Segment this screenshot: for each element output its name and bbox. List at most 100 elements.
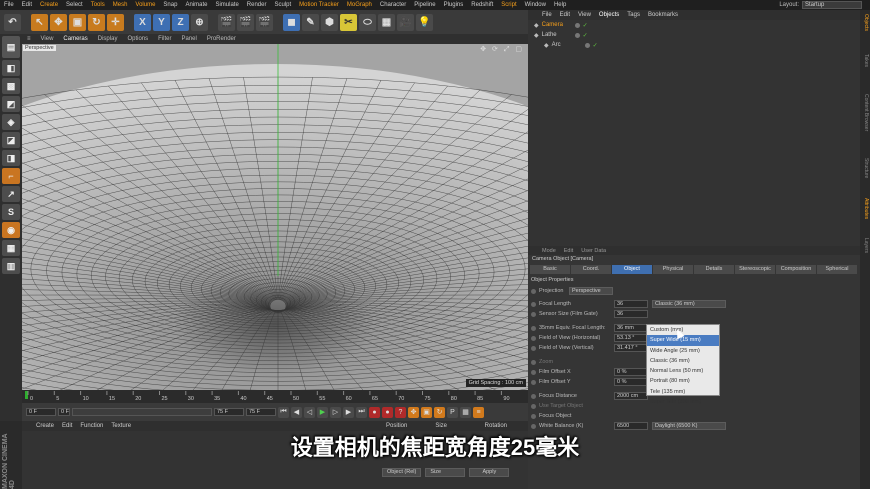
dropdown-option[interactable]: Classic (36 mm)	[647, 356, 719, 366]
object-menu-bookmarks[interactable]: Bookmarks	[644, 12, 682, 18]
right-tab-structure[interactable]: Structure	[861, 158, 869, 194]
object-row[interactable]: ◆ Lathe ✓	[528, 30, 860, 40]
object-name[interactable]: Camera	[542, 22, 572, 28]
material-menu-create[interactable]: Create	[32, 423, 58, 429]
edges-mode-icon[interactable]: ◪	[2, 132, 20, 148]
polygons-mode-icon[interactable]: ◨	[2, 150, 20, 166]
menu-item-render[interactable]: Render	[243, 0, 271, 10]
attributes-menu-edit[interactable]: Edit	[560, 248, 577, 254]
undo-icon[interactable]: ↶	[4, 13, 21, 31]
next-key-icon[interactable]: ▶	[343, 406, 354, 418]
model-mode-icon[interactable]: ◧	[2, 60, 20, 76]
menu-item-motion-tracker[interactable]: Motion Tracker	[295, 0, 343, 10]
material-menu-texture[interactable]: Texture	[107, 423, 135, 429]
snap-icon[interactable]: S	[2, 204, 20, 220]
light-icon[interactable]: 💡	[416, 13, 433, 31]
end-frame-field[interactable]: 75 F	[214, 408, 244, 416]
radio-dot[interactable]	[531, 288, 536, 294]
render-view-icon[interactable]: 🎬	[218, 13, 235, 31]
object-name[interactable]: Arc	[552, 42, 582, 48]
tab-stereoscopic[interactable]: Stereoscopic	[735, 265, 776, 274]
menu-item-pipeline[interactable]: Pipeline	[410, 0, 439, 10]
viewport-menu-prorender[interactable]: ProRender	[202, 36, 241, 42]
viewport-nav-icons[interactable]: ✥ ⟳ ⤢ ▢	[480, 45, 524, 54]
viewport-menu-display[interactable]: Display	[93, 36, 123, 42]
menu-item-script[interactable]: Script	[497, 0, 520, 10]
attributes-menu-mode[interactable]: Mode	[538, 248, 560, 254]
y-axis-icon[interactable]: Y	[153, 13, 170, 31]
prev-key-icon[interactable]: ◀	[291, 406, 302, 418]
lock-workplane-icon[interactable]: ▥	[2, 258, 20, 274]
keyframe-selection-icon[interactable]: ?	[395, 406, 406, 418]
make-editable-icon[interactable]: ▤	[2, 36, 20, 58]
goto-end-icon[interactable]: ⏭	[356, 406, 367, 418]
radio-dot[interactable]	[531, 369, 536, 375]
menu-item-character[interactable]: Character	[376, 0, 410, 10]
property-value-field[interactable]: 36	[614, 310, 648, 318]
radio-dot[interactable]	[531, 423, 536, 429]
next-frame-icon[interactable]: ▷	[330, 406, 341, 418]
deformer-icon[interactable]: ⬭	[359, 13, 376, 31]
x-axis-icon[interactable]: X	[134, 13, 151, 31]
radio-dot[interactable]	[531, 403, 536, 409]
property-value-field[interactable]: 2000 cm	[614, 392, 648, 400]
property-value-field[interactable]: 31.417 °	[614, 344, 648, 352]
viewport-menu-filter[interactable]: Filter	[153, 36, 176, 42]
object-menu-tags[interactable]: Tags	[623, 12, 644, 18]
coordinate-system-icon[interactable]: ⊕	[191, 13, 208, 31]
radio-dot[interactable]	[531, 393, 536, 399]
current-frame-field[interactable]: 0 F	[58, 408, 70, 416]
viewport-menu-options[interactable]: Options	[122, 36, 153, 42]
cube-icon[interactable]: ◼	[283, 13, 300, 31]
camera-icon[interactable]: 🎥	[397, 13, 414, 31]
tab-object[interactable]: Object	[612, 265, 653, 274]
play-icon[interactable]: ▶	[317, 406, 328, 418]
layout-select[interactable]: Startup	[802, 1, 862, 9]
object-row[interactable]: ◆ Camera ✓	[528, 20, 860, 30]
menu-item-sculpt[interactable]: Sculpt	[270, 0, 295, 10]
grid-snap-icon[interactable]: ▦	[2, 240, 20, 256]
property-value-field[interactable]: 53.13 °	[614, 334, 648, 342]
property-value-field[interactable]: 36	[614, 300, 648, 308]
dropdown-option[interactable]: Super Wide (15 mm)	[647, 335, 719, 346]
prev-frame-icon[interactable]: ◁	[304, 406, 315, 418]
dropdown-option[interactable]: Tele (135 mm)	[647, 387, 719, 397]
right-tab-layers[interactable]: Layers	[861, 238, 869, 274]
property-value-field[interactable]: 36 mm	[614, 324, 648, 332]
dropdown-option[interactable]: Wide Angle (25 mm)	[647, 346, 719, 356]
radio-dot[interactable]	[531, 345, 536, 351]
property-value-field[interactable]: 0 %	[614, 378, 648, 386]
radio-dot[interactable]	[531, 335, 536, 341]
menu-item-tools[interactable]: Tools	[87, 0, 109, 10]
menu-item-mograph[interactable]: MoGraph	[343, 0, 376, 10]
timeline-menu-icon[interactable]: ≡	[473, 406, 484, 418]
right-tab-objects[interactable]: Objects	[861, 14, 869, 50]
rotate-tool-icon[interactable]: ↻	[88, 13, 105, 31]
right-tab-attributes[interactable]: Attributes	[861, 198, 869, 234]
attributes-menu-user-data[interactable]: User Data	[577, 248, 610, 254]
radio-dot[interactable]	[531, 413, 536, 419]
visibility-dot[interactable]	[574, 32, 580, 38]
key-scale-icon[interactable]: ▣	[421, 406, 432, 418]
start-frame-field[interactable]: 0 F	[26, 408, 56, 416]
property-preset-select[interactable]: Classic (36 mm)	[652, 300, 726, 308]
max-frame-field[interactable]: 75 F	[246, 408, 276, 416]
object-menu-file[interactable]: File	[538, 12, 556, 18]
menu-item-window[interactable]: Window	[521, 0, 550, 10]
tab-coord[interactable]: Coord.	[571, 265, 612, 274]
enabled-check-icon[interactable]: ✓	[583, 22, 588, 29]
move-tool-icon[interactable]: ✥	[50, 13, 67, 31]
property-value-field[interactable]: 0 %	[614, 368, 648, 376]
viewport-menu-cameras[interactable]: Cameras	[58, 36, 92, 42]
texture-mode-icon[interactable]: ▩	[2, 78, 20, 94]
object-row[interactable]: ◆ Arc ✓	[528, 40, 860, 50]
coord-size-select[interactable]: Size	[425, 468, 466, 477]
workplane-icon[interactable]: ◩	[2, 96, 20, 112]
right-tab-content-browser[interactable]: Content Browser	[861, 94, 869, 154]
property-preset-select[interactable]: Daylight (6500 K)	[652, 422, 726, 430]
subdivision-icon[interactable]: ⬢	[321, 13, 338, 31]
points-mode-icon[interactable]: ◈	[2, 114, 20, 130]
tab-details[interactable]: Details	[694, 265, 735, 274]
material-menu-function[interactable]: Function	[76, 423, 107, 429]
live-select-icon[interactable]: ✛	[107, 13, 124, 31]
